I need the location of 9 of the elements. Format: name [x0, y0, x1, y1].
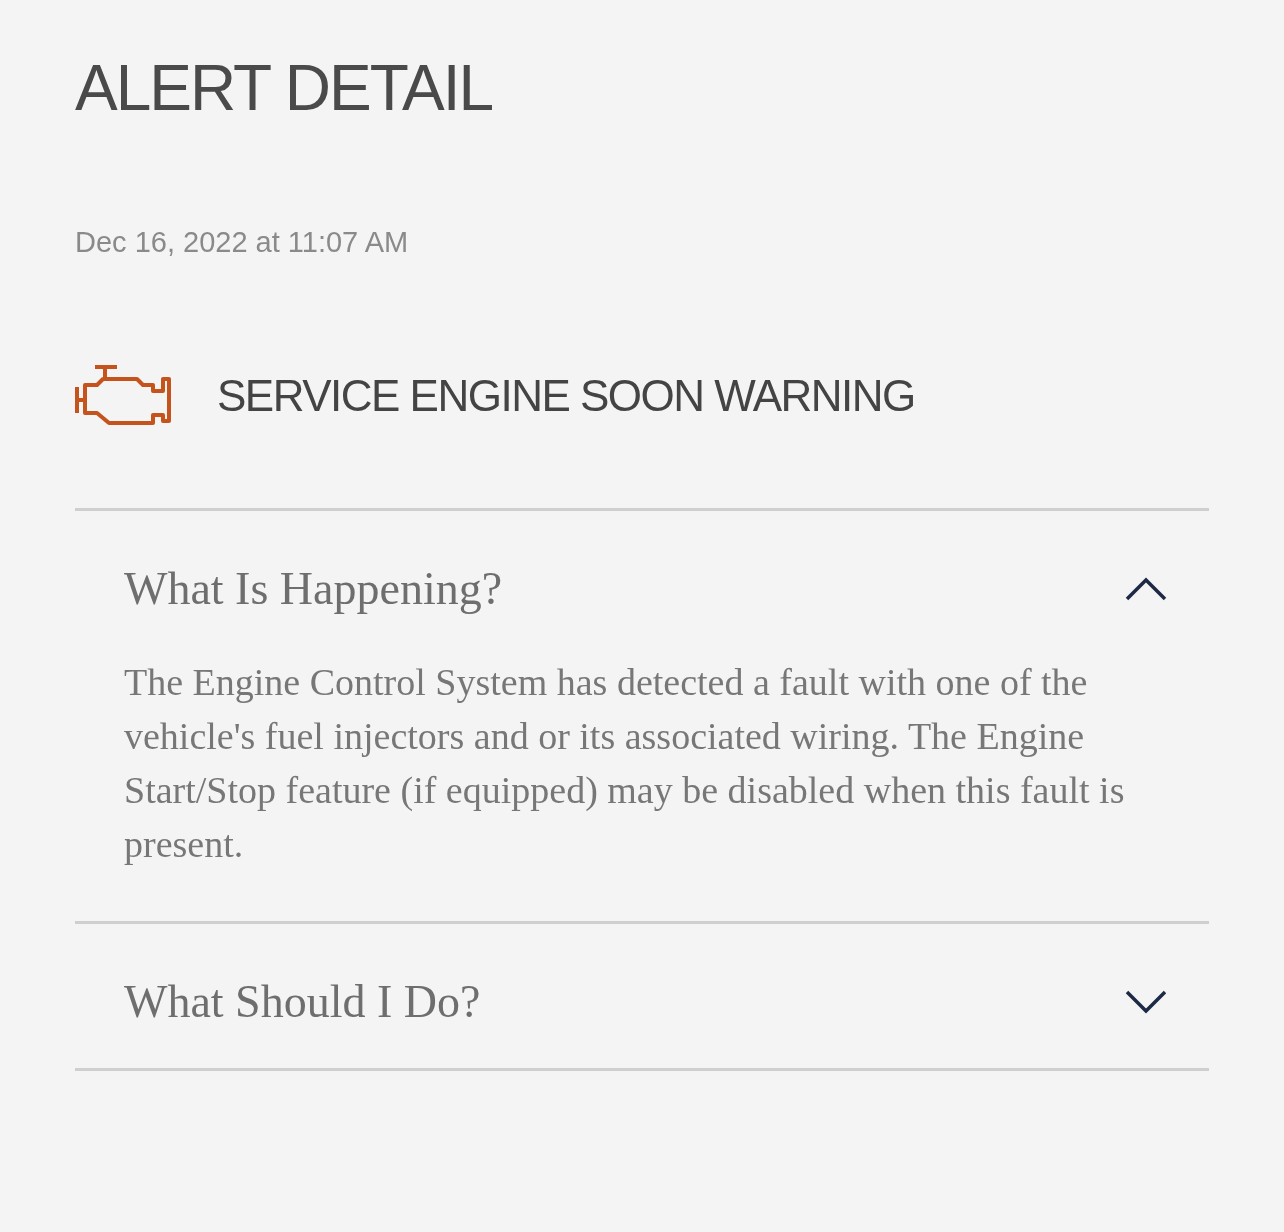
alert-title: SERVICE ENGINE SOON WARNING — [217, 370, 915, 422]
alert-timestamp: Dec 16, 2022 at 11:07 AM — [75, 225, 410, 260]
accordion-header[interactable]: What Is Happening? — [75, 511, 1209, 655]
chevron-down-icon — [1125, 990, 1167, 1014]
page-title: ALERT DETAIL — [75, 52, 494, 124]
accordion-header[interactable]: What Should I Do? — [75, 924, 1209, 1068]
chevron-up-icon — [1125, 577, 1167, 601]
section-body: The Engine Control System has detected a fault with one of the vehicle's fuel injectors and or its associated wiring. The Engine Start/Stop feature (if equipped) may be disabled when this fault is present. — [123, 660, 1126, 867]
engine-icon — [75, 365, 171, 427]
